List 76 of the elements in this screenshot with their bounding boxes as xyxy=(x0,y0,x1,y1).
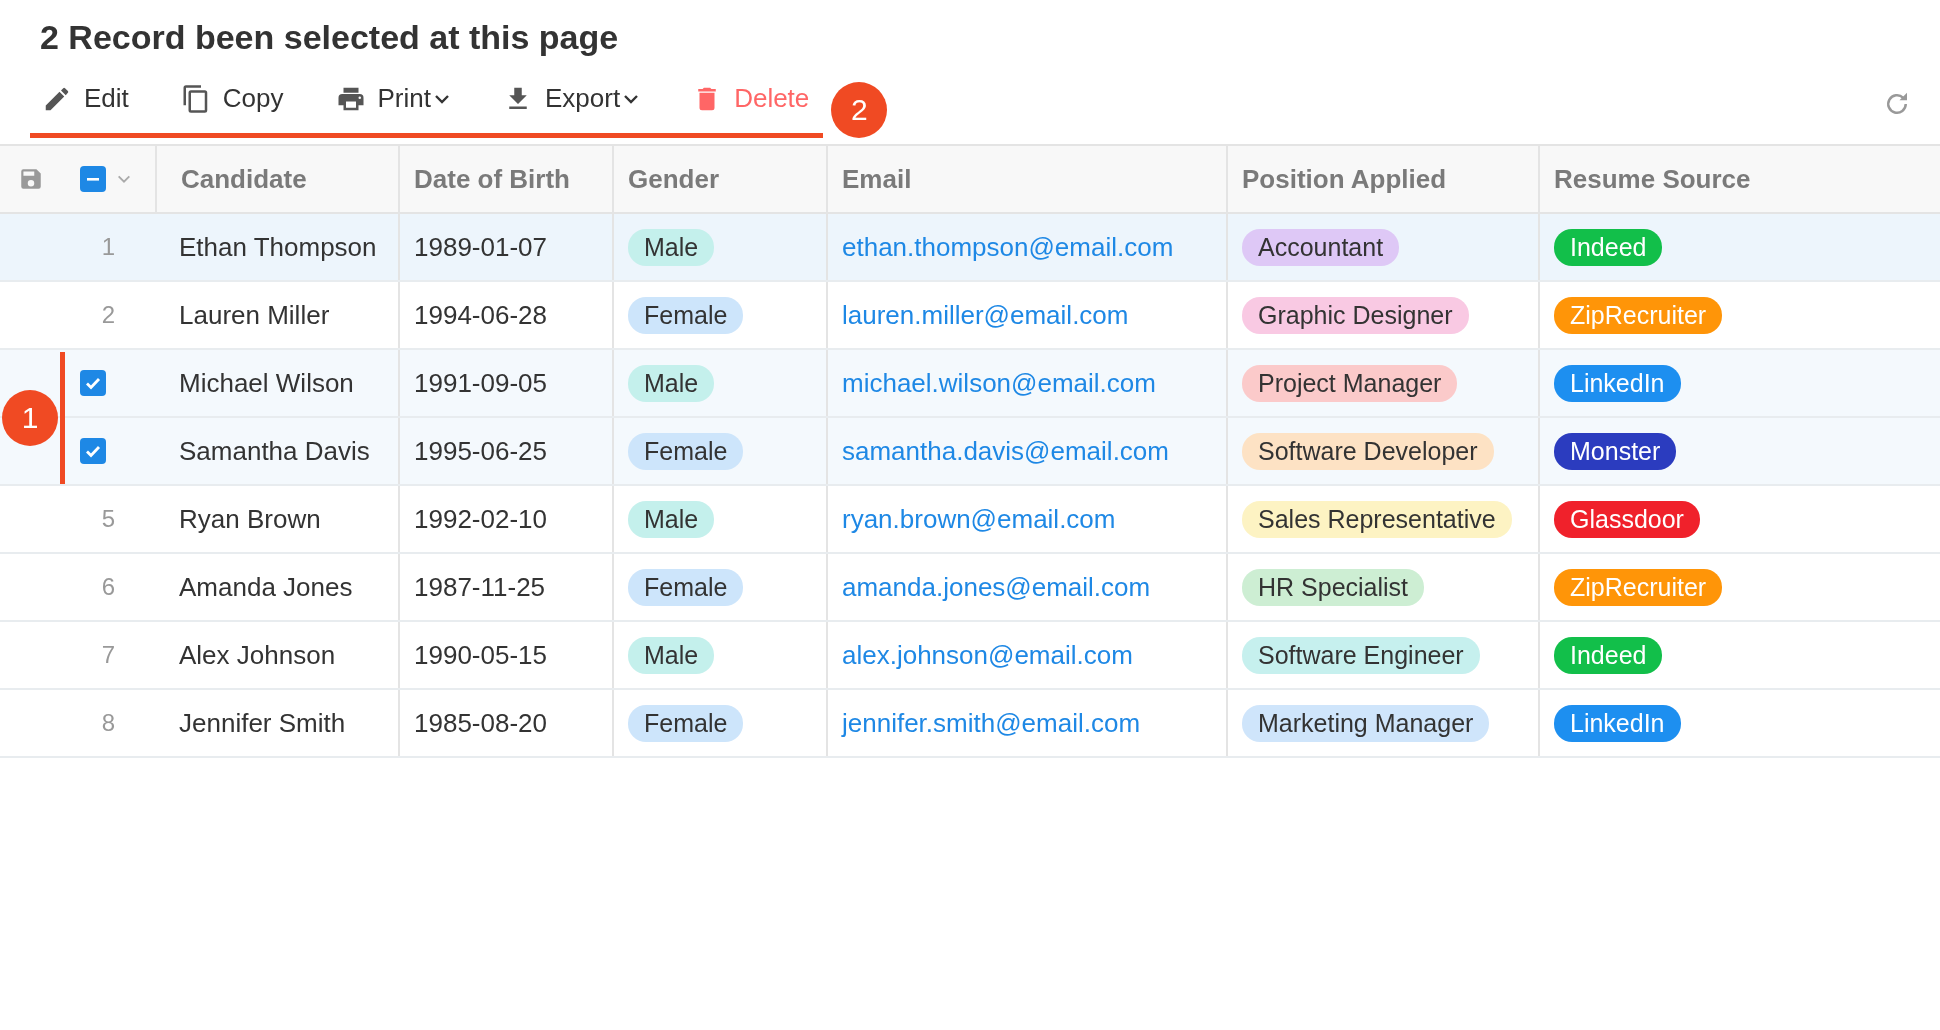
source-tag: Indeed xyxy=(1554,228,1663,266)
birth-date: 1992-02-10 xyxy=(414,503,547,535)
birth-date: 1985-08-20 xyxy=(414,707,547,739)
gender-tag: Male xyxy=(628,500,715,538)
selection-heading: 2 Record been selected at this page xyxy=(40,18,619,57)
birth-date: 1994-06-28 xyxy=(414,299,547,331)
save-icon[interactable] xyxy=(18,166,44,192)
email-link[interactable]: jennifer.smith@email.com xyxy=(842,707,1141,739)
email-link[interactable]: amanda.jones@email.com xyxy=(842,571,1151,603)
candidate-name: Amanda Jones xyxy=(179,571,353,603)
source-tag: ZipRecruiter xyxy=(1554,296,1723,334)
candidate-name: Alex Johnson xyxy=(179,639,336,671)
source-tag: ZipRecruiter xyxy=(1554,568,1723,606)
position-tag: HR Specialist xyxy=(1242,568,1425,606)
position-tag: Accountant xyxy=(1242,228,1400,266)
row-number: 7 xyxy=(101,641,116,669)
row-number: 6 xyxy=(101,573,116,601)
email-link[interactable]: samantha.davis@email.com xyxy=(842,435,1169,467)
delete-button[interactable]: Delete xyxy=(692,83,810,114)
position-tag: Project Manager xyxy=(1242,364,1458,402)
gender-tag: Male xyxy=(628,228,715,266)
email-link[interactable]: ethan.thompson@email.com xyxy=(842,231,1174,263)
birth-date: 1991-09-05 xyxy=(414,367,547,399)
table-row[interactable]: 1 Ethan Thompson 1989-01-07 Male ethan.thompson@email.com Accountant Indeed xyxy=(0,214,1940,282)
source-tag: Glassdoor xyxy=(1554,500,1700,538)
candidate-name: Michael Wilson xyxy=(179,367,354,399)
birth-date: 1989-01-07 xyxy=(414,231,547,263)
row-number: 8 xyxy=(101,709,116,737)
position-tag: Sales Representative xyxy=(1242,500,1512,538)
column-header[interactable]: Position Applied xyxy=(1226,146,1538,212)
column-header[interactable]: Gender xyxy=(612,146,826,212)
email-link[interactable]: lauren.miller@email.com xyxy=(842,299,1129,331)
column-header[interactable]: Resume Source xyxy=(1538,146,1940,212)
row-number: 5 xyxy=(101,505,116,533)
gender-tag: Female xyxy=(628,568,744,606)
copy-button[interactable]: Copy xyxy=(180,83,284,114)
birth-date: 1990-05-15 xyxy=(414,639,547,671)
source-tag: LinkedIn xyxy=(1554,704,1681,742)
print-button[interactable]: Print xyxy=(335,83,451,114)
email-link[interactable]: ryan.brown@email.com xyxy=(842,503,1116,535)
column-header[interactable]: Candidate xyxy=(155,146,398,212)
position-tag: Software Engineer xyxy=(1242,636,1480,674)
email-link[interactable]: michael.wilson@email.com xyxy=(842,367,1156,399)
candidate-name: Samantha Davis xyxy=(179,435,370,467)
column-header[interactable]: Email xyxy=(826,146,1226,212)
row-checkbox[interactable] xyxy=(80,370,106,396)
gender-tag: Female xyxy=(628,296,744,334)
position-tag: Software Developer xyxy=(1242,432,1494,470)
position-tag: Marketing Manager xyxy=(1242,704,1490,742)
callout-marker: 2 xyxy=(831,82,888,138)
gender-tag: Male xyxy=(628,636,715,674)
table-row[interactable]: 8 Jennifer Smith 1985-08-20 Female jennifer.smith@email.com Marketing Manager LinkedIn xyxy=(0,690,1940,758)
email-link[interactable]: alex.johnson@email.com xyxy=(842,639,1133,671)
position-tag: Graphic Designer xyxy=(1242,296,1469,334)
row-number: 2 xyxy=(101,301,116,329)
select-all-checkbox[interactable] xyxy=(80,166,106,192)
source-tag: Monster xyxy=(1554,432,1677,470)
export-button[interactable]: Export xyxy=(503,83,641,114)
source-tag: Indeed xyxy=(1554,636,1663,674)
table-row[interactable]: 5 Ryan Brown 1992-02-10 Male ryan.brown@email.com Sales Representative Glassdoor xyxy=(0,486,1940,554)
candidate-name: Lauren Miller xyxy=(179,299,330,331)
row-number: 1 xyxy=(101,233,116,261)
table-row[interactable]: 7 Alex Johnson 1990-05-15 Male alex.johnson@email.com Software Engineer Indeed xyxy=(0,622,1940,690)
birth-date: 1987-11-25 xyxy=(414,571,546,603)
column-header[interactable]: Date of Birth xyxy=(398,146,612,212)
birth-date: 1995-06-25 xyxy=(414,435,547,467)
source-tag: LinkedIn xyxy=(1554,364,1681,402)
table-row[interactable]: 6 Amanda Jones 1987-11-25 Female amanda.jones@email.com HR Specialist ZipRecruiter xyxy=(0,554,1940,622)
edit-button[interactable]: Edit xyxy=(42,83,129,114)
row-checkbox[interactable] xyxy=(80,438,106,464)
candidate-name: Ryan Brown xyxy=(179,503,321,535)
candidate-name: Ethan Thompson xyxy=(179,231,377,263)
gender-tag: Female xyxy=(628,704,744,742)
gender-tag: Female xyxy=(628,432,744,470)
candidate-name: Jennifer Smith xyxy=(179,707,346,739)
gender-tag: Male xyxy=(628,364,715,402)
